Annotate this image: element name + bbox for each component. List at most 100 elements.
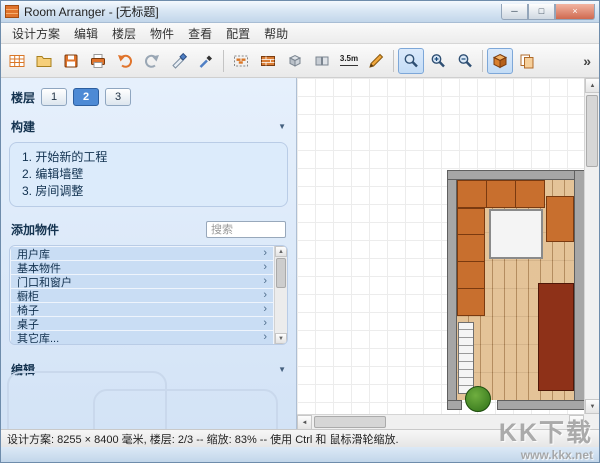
list-item-chairs[interactable]: 椅子 › [11, 303, 273, 316]
build-section-header[interactable]: 构建 ▼ [11, 118, 286, 135]
menu-bar: 设计方案 编辑 楼层 物件 查看 配置 帮助 [1, 23, 599, 44]
kitchen-appliance[interactable] [489, 209, 543, 259]
new-plan-icon [8, 52, 26, 70]
cabinet-right[interactable] [546, 196, 574, 242]
kitchen-counter-left[interactable] [457, 208, 485, 316]
scroll-up-icon[interactable]: ▲ [585, 78, 599, 93]
collapse-icon[interactable]: ▼ [278, 122, 286, 131]
pencil-icon [367, 52, 385, 70]
print-icon [89, 52, 107, 70]
scroll-down-icon[interactable]: ▼ [585, 399, 599, 414]
scroll-up-icon[interactable]: ▲ [275, 246, 287, 257]
close-icon: × [572, 7, 577, 16]
window-title: Room Arranger - [无标题] [24, 3, 159, 20]
app-window: Room Arranger - [无标题] ─ □ × 设计方案 编辑 楼层 物… [0, 0, 600, 463]
rooms-3d-icon [286, 52, 304, 70]
zoom-out-icon [456, 52, 474, 70]
pencil-button[interactable] [363, 48, 389, 74]
floor-button-1[interactable]: 1 [41, 88, 67, 106]
menu-item-edit[interactable]: 编辑 [67, 23, 105, 44]
new-plan-button[interactable] [4, 48, 30, 74]
dining-table[interactable] [538, 283, 574, 391]
maximize-button[interactable]: □ [528, 4, 555, 20]
rooms-3d-button[interactable] [282, 48, 308, 74]
toolbar-overflow-button[interactable]: » [578, 53, 596, 69]
vertical-scroll-thumb[interactable] [586, 95, 598, 167]
view-3d-button[interactable] [487, 48, 513, 74]
window-controls: ─ □ × [501, 4, 595, 20]
measure-button[interactable]: 3.5m [336, 48, 362, 74]
draw-walls-button[interactable] [228, 48, 254, 74]
menu-item-config[interactable]: 配置 [219, 23, 257, 44]
chevron-right-icon: › [263, 262, 267, 273]
menu-item-view[interactable]: 查看 [181, 23, 219, 44]
build-step-1[interactable]: 1. 开始新的工程 [22, 149, 275, 166]
undo-button[interactable] [112, 48, 138, 74]
wall-right[interactable] [574, 170, 584, 410]
list-item-other-libraries[interactable]: 其它库... › [11, 331, 273, 344]
open-folder-icon [35, 52, 53, 70]
cutter-icon [170, 52, 188, 70]
redo-icon [143, 52, 161, 70]
undo-icon [116, 52, 134, 70]
wall-bottom-left[interactable] [447, 400, 462, 410]
columns-button[interactable] [309, 48, 335, 74]
horizontal-scrollbar[interactable]: ◄ ► [297, 414, 584, 429]
wall-bottom-right[interactable] [497, 400, 584, 410]
open-project-button[interactable] [31, 48, 57, 74]
menu-item-help[interactable]: 帮助 [257, 23, 295, 44]
close-button[interactable]: × [555, 4, 595, 20]
zoom-out-button[interactable] [452, 48, 478, 74]
floor-selector: 楼层 1 2 3 [11, 88, 286, 106]
ladder[interactable] [458, 322, 474, 394]
wall-left[interactable] [447, 170, 457, 410]
vertical-scrollbar[interactable]: ▲ ▼ [584, 78, 599, 414]
scrollbar-corner [584, 414, 599, 429]
status-text: 设计方案: 8255 × 8400 毫米, 楼层: 2/3 -- 缩放: 83%… [7, 431, 399, 447]
list-item-cabinets[interactable]: 橱柜 › [11, 289, 273, 302]
floor-button-3[interactable]: 3 [105, 88, 131, 106]
plant[interactable] [465, 386, 491, 412]
save-icon [62, 52, 80, 70]
floor-button-2[interactable]: 2 [73, 88, 99, 106]
app-logo-icon [5, 5, 19, 18]
status-bar: 设计方案: 8255 × 8400 毫米, 楼层: 2/3 -- 缩放: 83%… [1, 429, 599, 447]
title-bar[interactable]: Room Arranger - [无标题] ─ □ × [1, 1, 599, 23]
search-input[interactable] [206, 221, 286, 238]
list-scrollbar[interactable]: ▲ ▼ [274, 246, 287, 344]
scroll-down-icon[interactable]: ▼ [275, 333, 287, 344]
scroll-right-icon[interactable]: ► [569, 415, 584, 429]
horizontal-scroll-thumb[interactable] [314, 416, 386, 428]
build-step-2[interactable]: 2. 编辑墙壁 [22, 166, 275, 183]
plan-canvas[interactable] [297, 78, 584, 414]
list-scroll-thumb[interactable] [276, 258, 286, 288]
canvas-container: ▲ ▼ ◄ ► [297, 78, 599, 429]
draw-walls-icon [232, 52, 250, 70]
wall-top[interactable] [447, 170, 584, 180]
zoom-in-button[interactable] [425, 48, 451, 74]
redo-button[interactable] [139, 48, 165, 74]
list-item-user-library[interactable]: 用户库 › [11, 247, 273, 260]
list-item-tables[interactable]: 桌子 › [11, 317, 273, 330]
scroll-left-icon[interactable]: ◄ [297, 415, 312, 429]
list-item-doors-windows[interactable]: 门口和窗户 › [11, 275, 273, 288]
menu-item-object[interactable]: 物件 [143, 23, 181, 44]
kitchen-counter-top[interactable] [457, 180, 545, 208]
copy-button[interactable] [514, 48, 540, 74]
zoom-window-icon [402, 52, 420, 70]
menu-item-plan[interactable]: 设计方案 [5, 23, 67, 44]
copy-icon [518, 52, 536, 70]
wall-button[interactable] [255, 48, 281, 74]
build-steps-panel: 1. 开始新的工程 2. 编辑墙壁 3. 房间调整 [9, 142, 288, 207]
cutter-button[interactable] [166, 48, 192, 74]
menu-item-floor[interactable]: 楼层 [105, 23, 143, 44]
zoom-window-button[interactable] [398, 48, 424, 74]
list-item-basic-objects[interactable]: 基本物件 › [11, 261, 273, 274]
brush-button[interactable] [193, 48, 219, 74]
collapse-icon[interactable]: ▼ [278, 365, 286, 374]
print-button[interactable] [85, 48, 111, 74]
save-button[interactable] [58, 48, 84, 74]
chevron-right-icon: › [263, 276, 267, 287]
build-step-3[interactable]: 3. 房间调整 [22, 183, 275, 200]
minimize-button[interactable]: ─ [501, 4, 528, 20]
